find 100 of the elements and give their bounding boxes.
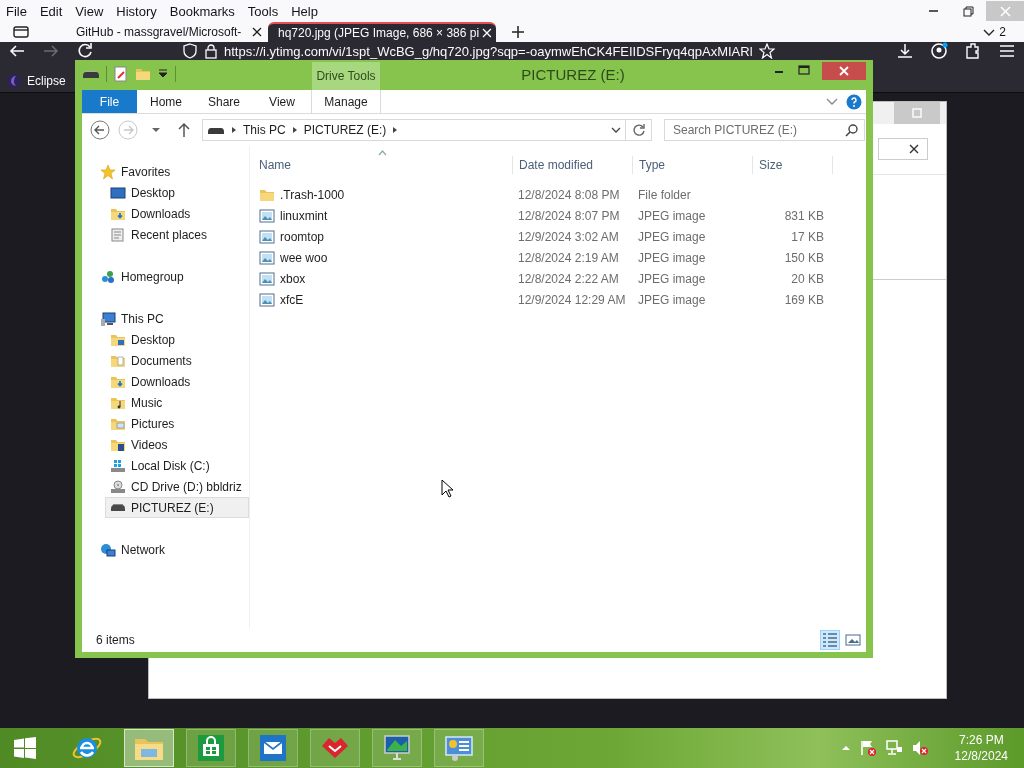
help-icon[interactable] [846,93,862,110]
nav-item[interactable]: Recent places [82,224,249,245]
computer-icon [100,310,116,327]
menu-item[interactable]: View [69,3,111,19]
nav-item[interactable]: Network [82,539,249,560]
nav-item[interactable]: Downloads [82,371,249,392]
properties-icon[interactable] [113,66,129,82]
nav-item[interactable]: Homegroup [82,266,249,287]
item-count: 6 items [96,633,135,647]
breadcrumb-item[interactable]: PICTUREZ (E:) [303,123,387,137]
type-cell-text: JPEG image [637,229,707,244]
nav-item[interactable]: Favorites [82,161,249,182]
close-icon[interactable] [909,144,919,154]
column-header[interactable]: Type [633,156,753,174]
taskbar-button[interactable] [186,729,236,767]
dropdown-arrow-icon [151,126,161,134]
bookmark-item[interactable]: Eclipse [27,74,66,88]
browser-tab[interactable]: GitHub - massgravel/Microsoft- [42,22,266,42]
type-cell-text: JPEG image [637,250,707,265]
search-field[interactable]: Search PICTUREZ (E:) [664,119,865,141]
menu-item[interactable]: Edit [33,3,70,19]
menu-item[interactable]: History [110,3,164,19]
close-button[interactable] [822,62,866,80]
ribbon-tab[interactable]: View [253,90,311,113]
search-icon [845,123,858,137]
menu-item[interactable]: Help [285,3,325,19]
network-status-icon[interactable] [884,739,903,757]
date-cell-text: 12/9/2024 12:29 AM [517,292,627,307]
ribbon-tab[interactable]: Manage [311,90,381,113]
ribbon-tab[interactable]: File [82,90,137,113]
nav-item[interactable]: Desktop [82,329,249,350]
nav-item[interactable]: Downloads [82,203,249,224]
windows-logo-icon [13,736,37,760]
nav-item[interactable]: CD Drive (D:) bbldriz [82,476,249,497]
nav-item[interactable]: Pictures [82,413,249,434]
input-field[interactable] [878,138,928,160]
image-file-icon [259,207,275,224]
customize-arrow-icon[interactable] [157,68,169,80]
column-header[interactable]: Date modified [513,156,633,174]
star-icon [100,163,116,180]
taskbar-button[interactable] [372,729,422,767]
details-view-icon [822,632,838,648]
nav-item[interactable]: Desktop [82,182,249,203]
nav-item[interactable]: Documents [82,350,249,371]
close-icon [999,5,1011,17]
date-cell-text: 12/8/2024 2:19 AM [517,250,620,265]
tab-count: 2 [999,25,1006,39]
nav-item[interactable]: Music [82,392,249,413]
type-cell-text: File folder [637,187,692,202]
context-tab-label: Drive Tools [312,62,380,90]
nav-item[interactable]: Local Disk (C:) [82,455,249,476]
file-name[interactable]: xfcE [250,291,513,308]
expand-ribbon-icon[interactable] [826,97,838,106]
star-icon[interactable] [758,43,775,59]
ribbon-tab[interactable]: Share [195,90,253,113]
image-file-icon [259,249,275,266]
size-cell-text: 831 KB [783,208,825,223]
chevron-down-icon[interactable] [983,27,996,37]
nav-item[interactable]: Videos [82,434,249,455]
square-icon [912,108,922,118]
type-cell-text: JPEG image [637,292,707,307]
file-name[interactable]: roomtop [250,228,513,245]
nav-item[interactable]: PICTUREZ (E:) [105,497,249,518]
file-name[interactable]: xbox [250,270,513,287]
eclipse-icon [6,73,22,89]
column-header[interactable]: Name [250,156,513,174]
drive-icon [207,126,225,134]
file-name[interactable]: wee woo [250,249,513,266]
date-cell-text: 12/8/2024 8:08 PM [517,187,621,202]
menu-item[interactable]: Bookmarks [163,3,242,19]
refresh-button[interactable] [626,119,652,141]
flag-error-icon[interactable] [858,739,877,757]
mouse-pointer-icon [441,479,455,499]
menu-item[interactable]: Tools [241,3,286,19]
shopping-bag-icon [195,732,227,764]
date-cell-text: 12/9/2024 3:02 AM [517,229,620,244]
type-cell-text: JPEG image [637,208,707,223]
ribbon-tab[interactable]: Home [137,90,195,113]
taskbar-button[interactable] [248,729,298,767]
close-icon[interactable] [252,27,262,37]
lock-icon [204,43,218,59]
size-cell-text: 20 KB [790,271,825,286]
browser-tab[interactable]: hq720.jpg (JPEG Image, 686 × 386 pi [268,22,496,42]
menu-item[interactable]: File [0,3,34,19]
image-file-icon [259,270,275,287]
network-icon [100,541,116,558]
breadcrumb-item[interactable]: This PC [243,123,286,137]
file-name[interactable]: .Trash-1000 [250,186,513,203]
nav-item[interactable]: This PC [82,308,249,329]
close-icon [839,66,849,76]
taskbar-button[interactable] [434,729,484,767]
column-header[interactable]: Size [753,156,833,174]
view-button[interactable] [820,630,840,650]
file-name[interactable]: linuxmint [250,207,513,224]
recent-places-icon [110,226,126,243]
speaker-muted-icon[interactable] [910,739,929,757]
taskbar-button[interactable] [310,729,360,767]
address-bar[interactable]: This PC PICTUREZ (E:) [202,119,626,141]
size-cell-text: 17 KB [790,229,825,244]
homegroup-icon [100,268,116,285]
